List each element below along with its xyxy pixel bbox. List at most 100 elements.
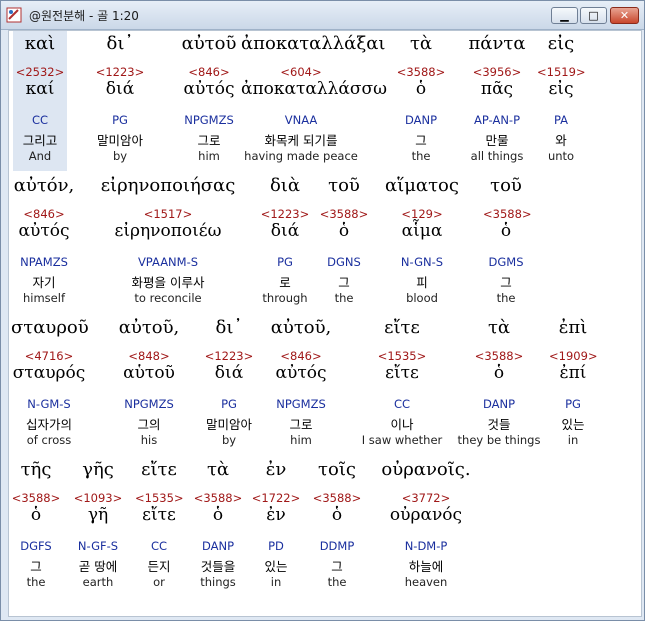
english-gloss: or: [153, 575, 165, 589]
lemma: εἴτε: [385, 363, 419, 383]
word-column[interactable]: τοῦ <3588> ὁ DGNS 그 the: [319, 173, 369, 313]
strong-number: <1535>: [135, 491, 184, 505]
word-column[interactable]: σταυροῦ <4716> σταυρός N-GM-S 십자가의 of cross: [11, 315, 89, 455]
verse-row: τῆς <3588> ὁ DGFS 그 the γῆς <1093> γῆ N-GF-S 곧 땅에 e…: [9, 457, 641, 597]
lemma: εἰρηνοποιέω: [114, 221, 222, 241]
korean-gloss: 곧 땅에: [78, 559, 118, 574]
word-column[interactable]: αἵματος <129> αἷμα N-GN-S 피 blood: [371, 173, 473, 313]
english-gloss: his: [140, 433, 158, 447]
parsing-code: DGFS: [20, 539, 52, 553]
parsing-code: CC: [393, 397, 411, 411]
english-gloss: him: [290, 433, 312, 447]
word-column[interactable]: αὐτοῦ, <848> αὑτοῦ NPGMZS 그의 his: [117, 315, 181, 455]
parsing-code: CC: [31, 113, 49, 127]
word-column[interactable]: εἴτε <1535> εἴτε CC 든지 or: [135, 457, 184, 597]
english-gloss: the: [334, 291, 354, 305]
parsing-code: PG: [277, 255, 293, 269]
korean-gloss: 있는: [264, 559, 288, 574]
word-column[interactable]: ἐπὶ <1909> ἐπί PG 있는 in: [549, 315, 598, 455]
parsing-code: N-DM-P: [404, 539, 448, 553]
lemma: ὁ: [30, 505, 42, 525]
title-bar[interactable]: @원전분해 - 골 1:20 ▁ □ ✕: [1, 1, 644, 30]
lemma: ὁ: [493, 363, 505, 383]
strong-number: <129>: [401, 207, 443, 221]
lemma: αἷμα: [401, 221, 443, 241]
strong-number: <1909>: [549, 349, 598, 363]
english-gloss: the: [26, 575, 46, 589]
word-column[interactable]: τοῖς <3588> ὁ DDMP 그 the: [309, 457, 365, 597]
greek-word: αὐτοῦ,: [118, 317, 180, 338]
word-column[interactable]: καὶ <2532> καί CC 그리고 And: [13, 31, 67, 171]
korean-gloss: 있는: [561, 417, 585, 432]
strong-number: <1093>: [73, 491, 123, 505]
word-column[interactable]: τὰ <3588> ὁ DANP 것들을 things: [191, 457, 245, 597]
strong-number: <3772>: [401, 491, 451, 505]
greek-word: εἰς: [547, 33, 575, 54]
close-button[interactable]: ✕: [610, 7, 639, 24]
greek-word: τῆς: [20, 459, 52, 480]
greek-word: διὰ: [269, 175, 301, 196]
word-column[interactable]: διὰ <1223> διά PG 로 through: [257, 173, 313, 313]
greek-word: ἀποκαταλλάξαι: [241, 33, 386, 54]
maximize-button[interactable]: □: [580, 7, 607, 24]
word-column[interactable]: ἀποκαταλλάξαι <604> ἀποκαταλλάσσω VNAA 화목케 되…: [241, 31, 387, 171]
parsing-code: DANP: [482, 397, 516, 411]
parsing-code: N-GN-S: [400, 255, 444, 269]
minimize-button[interactable]: ▁: [551, 7, 578, 24]
greek-word: σταυροῦ: [11, 317, 89, 338]
parsing-code: PG: [565, 397, 581, 411]
korean-gloss: 것들: [487, 417, 511, 432]
word-column[interactable]: οὐρανοῖς. <3772> οὐρανός N-DM-P 하늘에 heaven: [371, 457, 481, 597]
korean-gloss: 것들을: [200, 559, 236, 574]
lemma: εἴτε: [142, 505, 176, 525]
korean-gloss: 하늘에: [408, 559, 444, 574]
greek-word: αἵματος: [385, 175, 459, 196]
strong-number: <2532>: [15, 65, 65, 79]
english-gloss: through: [262, 291, 308, 305]
word-column[interactable]: ἐν <1722> ἐν PD 있는 in: [251, 457, 301, 597]
lemma: αὐτός: [18, 221, 70, 241]
korean-gloss: 화평을 이루사: [131, 275, 205, 290]
korean-gloss: 십자가의: [25, 417, 72, 432]
word-column[interactable]: εἴτε <1535> εἴτε CC 이나 I saw whether: [349, 315, 455, 455]
lemma: εἰς: [548, 79, 574, 99]
parsing-code: DANP: [201, 539, 235, 553]
english-gloss: things: [200, 575, 236, 589]
strong-number: <3588>: [396, 65, 446, 79]
word-column[interactable]: αὐτόν, <846> αὐτός NPAMZS 자기 himself: [11, 173, 77, 313]
greek-word: τοῦ: [490, 175, 522, 196]
strong-number: <3588>: [312, 491, 362, 505]
english-gloss: earth: [82, 575, 114, 589]
strong-number: <846>: [23, 207, 65, 221]
word-column[interactable]: εἰρηνοποιήσας <1517> εἰρηνοποιέω VPAANM-S 화평…: [95, 173, 241, 313]
verse-row: καὶ <2532> καί CC 그리고 And δι᾽ <1223> διά PG 말미암아 by…: [9, 31, 641, 171]
korean-gloss: 그리고: [22, 133, 58, 148]
strong-number: <848>: [128, 349, 170, 363]
strong-number: <3588>: [474, 349, 524, 363]
parsing-code: VNAA: [284, 113, 318, 127]
word-column[interactable]: τοῦ <3588> ὁ DGMS 그 the: [483, 173, 532, 313]
word-column[interactable]: τὰ <3588> ὁ DANP 그 the: [393, 31, 449, 171]
verse-row: αὐτόν, <846> αὐτός NPAMZS 자기 himself εἰρηνοποι…: [9, 173, 641, 313]
parsing-code: DANP: [404, 113, 438, 127]
word-column[interactable]: πάντα <3956> πᾶς AP-AN-P 만물 all things: [457, 31, 537, 171]
strong-number: <1519>: [537, 65, 586, 79]
korean-gloss: 말미암아: [205, 417, 252, 432]
parsing-code: AP-AN-P: [474, 113, 520, 127]
word-column[interactable]: δι᾽ <1223> διά PG 말미암아 by: [199, 315, 259, 455]
english-gloss: heaven: [404, 575, 448, 589]
word-column[interactable]: γῆς <1093> γῆ N-GF-S 곧 땅에 earth: [67, 457, 129, 597]
interlinear-panel[interactable]: καὶ <2532> καί CC 그리고 And δι᾽ <1223> διά PG 말미암아 by…: [8, 30, 642, 617]
strong-number: <1517>: [143, 207, 193, 221]
word-column[interactable]: τῆς <3588> ὁ DGFS 그 the: [11, 457, 61, 597]
parsing-code: NPGMZS: [124, 397, 174, 411]
lemma: ὁ: [331, 505, 343, 525]
word-column[interactable]: εἰς <1519> εἰς PA 와 unto: [537, 31, 586, 171]
english-gloss: by: [221, 433, 237, 447]
word-column[interactable]: τὰ <3588> ὁ DANP 것들 they be things: [455, 315, 543, 455]
strong-number: <1535>: [377, 349, 427, 363]
korean-gloss: 그로: [289, 417, 313, 432]
word-column[interactable]: αὐτοῦ, <846> αὐτός NPGMZS 그로 him: [269, 315, 333, 455]
verse-row: σταυροῦ <4716> σταυρός N-GM-S 십자가의 of cross αὐ…: [9, 315, 641, 455]
korean-gloss: 든지: [147, 559, 171, 574]
